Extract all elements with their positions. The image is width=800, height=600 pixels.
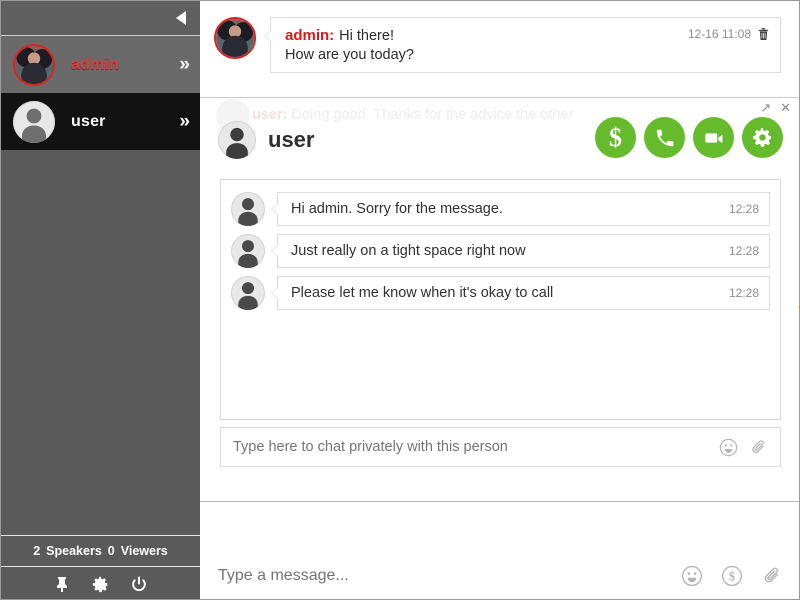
main-panel: admin: Hi there! How are you today? 12-16… — [200, 1, 799, 600]
tip-dollar-button[interactable]: $ — [595, 117, 636, 158]
default-avatar-icon — [231, 234, 265, 268]
private-message-time: 12:28 — [729, 286, 759, 300]
chat-application-window: admin » user » 2 Speakers 0 Viewers — [0, 0, 800, 600]
message-timestamp: 12-16 11:08 — [688, 27, 751, 41]
phone-icon — [654, 127, 676, 149]
public-chat-area: admin: Hi there! How are you today? 12-16… — [200, 1, 799, 98]
viewers-count: 0 — [108, 544, 115, 558]
viewers-label: Viewers — [121, 544, 168, 558]
message-row: admin: Hi there! How are you today? 12-16… — [200, 1, 799, 73]
private-message-row: Please let me know when it's okay to cal… — [231, 276, 770, 310]
default-avatar-icon — [218, 121, 256, 159]
default-avatar-icon — [231, 192, 265, 226]
message-composer: $ — [200, 501, 799, 600]
avatar — [13, 101, 55, 143]
user-name-label: user — [71, 113, 106, 131]
private-chat-input-bar[interactable] — [220, 427, 781, 467]
message-bubble: admin: Hi there! How are you today? 12-16… — [270, 17, 781, 73]
orange-pointer-arrow — [788, 254, 800, 314]
chevron-right-icon[interactable]: » — [179, 112, 188, 131]
sidebar-toolbar — [1, 567, 200, 600]
photo-avatar-image — [216, 19, 254, 57]
private-panel-header: user — [218, 121, 314, 159]
settings-button[interactable] — [742, 117, 783, 158]
video-camera-icon — [703, 127, 725, 149]
chevron-right-icon[interactable]: » — [179, 55, 188, 74]
private-message-row: Just really on a tight space right now 1… — [231, 234, 770, 268]
sidebar-header — [1, 1, 200, 36]
private-message-text: Just really on a tight space right now — [291, 243, 526, 259]
photo-avatar-image — [15, 46, 53, 84]
message-sender: admin: — [285, 27, 334, 44]
private-message-bubble: Hi admin. Sorry for the message. 12:28 — [277, 192, 770, 226]
user-list-item-admin[interactable]: admin » — [1, 36, 200, 93]
avatar — [13, 44, 55, 86]
private-chat-input[interactable] — [233, 439, 719, 455]
private-message-list-empty-space — [220, 324, 781, 420]
emoji-icon[interactable] — [681, 565, 703, 587]
dollar-tip-icon[interactable]: $ — [721, 565, 743, 587]
message-input[interactable] — [218, 567, 681, 585]
user-list: admin » user » — [1, 36, 200, 150]
composer-inner: $ — [218, 565, 783, 587]
call-button[interactable] — [644, 117, 685, 158]
svg-text:$: $ — [729, 570, 735, 584]
message-text-line1: Hi there! — [339, 28, 394, 44]
private-chat-overlay: ↗ ✕ user $ — [200, 99, 799, 479]
private-message-list: Hi admin. Sorry for the message. 12:28 J… — [220, 179, 781, 324]
message-text-line2: How are you today? — [285, 47, 768, 63]
dollar-icon: $ — [609, 125, 622, 151]
speakers-label: Speakers — [46, 544, 102, 558]
power-icon[interactable] — [131, 576, 147, 593]
user-name-label: admin — [71, 56, 119, 74]
default-avatar-icon — [13, 101, 55, 143]
gear-icon[interactable] — [92, 576, 109, 593]
private-panel-title: user — [268, 127, 314, 153]
user-list-item-user[interactable]: user » — [1, 93, 200, 150]
private-message-row: Hi admin. Sorry for the message. 12:28 — [231, 192, 770, 226]
close-icon[interactable]: ✕ — [780, 101, 791, 114]
default-avatar-icon — [231, 276, 265, 310]
private-message-text: Please let me know when it's okay to cal… — [291, 285, 553, 301]
avatar — [231, 234, 265, 268]
private-panel-actions: $ — [595, 117, 783, 158]
private-panel-controls: ↗ ✕ — [760, 101, 791, 114]
emoji-icon[interactable] — [719, 438, 738, 457]
avatar — [218, 121, 256, 159]
private-message-bubble: Just really on a tight space right now 1… — [277, 234, 770, 268]
pin-icon[interactable] — [54, 576, 70, 593]
triangle-left-icon[interactable] — [176, 11, 186, 25]
composer-icons: $ — [681, 565, 783, 587]
sidebar: admin » user » 2 Speakers 0 Viewers — [1, 1, 200, 600]
trash-icon[interactable] — [757, 27, 770, 41]
private-message-time: 12:28 — [729, 202, 759, 216]
sidebar-spacer — [1, 150, 200, 535]
private-message-text: Hi admin. Sorry for the message. — [291, 201, 503, 217]
private-message-bubble: Please let me know when it's okay to cal… — [277, 276, 770, 310]
message-meta: 12-16 11:08 — [688, 27, 770, 41]
avatar — [231, 192, 265, 226]
gear-icon — [752, 127, 773, 148]
speakers-count: 2 — [33, 544, 40, 558]
video-call-button[interactable] — [693, 117, 734, 158]
avatar — [214, 17, 256, 59]
room-stats: 2 Speakers 0 Viewers — [1, 535, 200, 567]
private-message-time: 12:28 — [729, 244, 759, 258]
avatar — [231, 276, 265, 310]
expand-icon[interactable]: ↗ — [760, 101, 771, 114]
attachment-paperclip-icon[interactable] — [749, 438, 768, 457]
private-input-icons — [719, 438, 768, 457]
attachment-paperclip-icon[interactable] — [761, 565, 783, 587]
